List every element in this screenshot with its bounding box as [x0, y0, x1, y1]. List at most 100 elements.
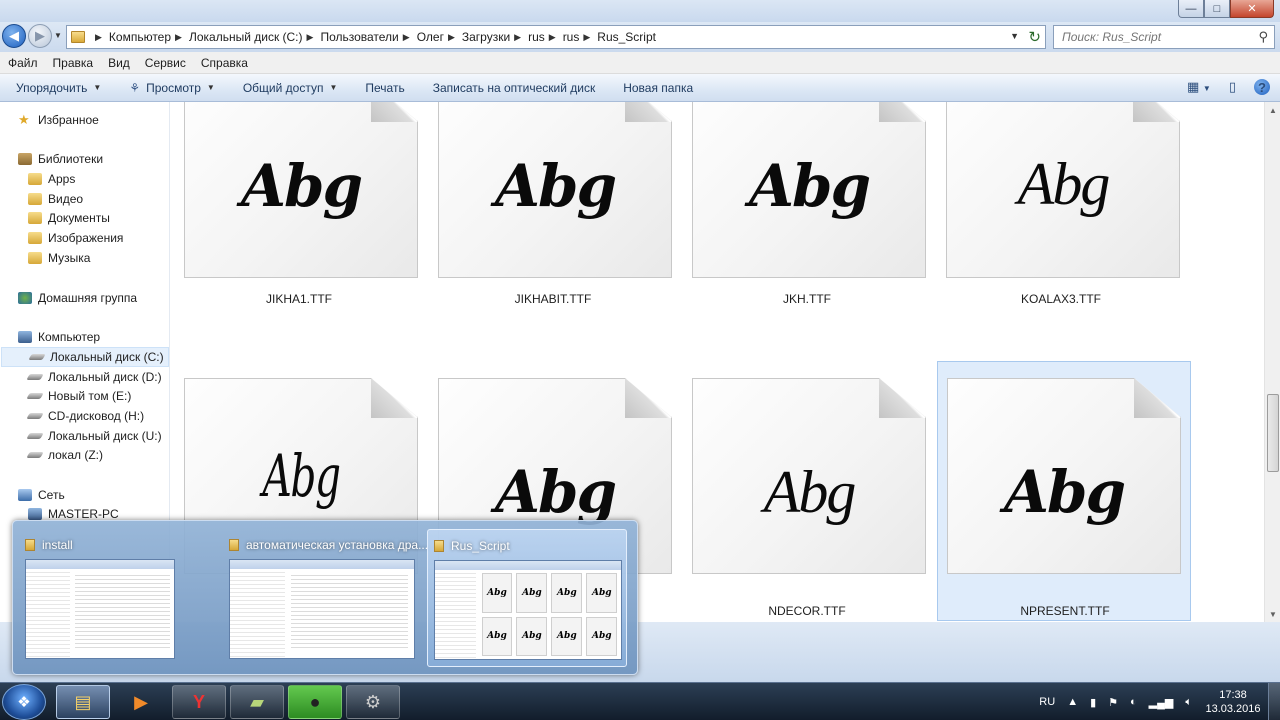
show-desktop-button[interactable]: [1268, 683, 1280, 720]
breadcrumb-item[interactable]: rus ▶: [563, 30, 598, 44]
sidebar-item-documents[interactable]: Документы: [0, 208, 110, 228]
breadcrumb-root-arrow[interactable]: ▶: [91, 32, 109, 43]
breadcrumb-item[interactable]: Загрузки ▶: [462, 30, 528, 44]
vertical-scrollbar[interactable]: ▲ ▼: [1264, 102, 1280, 622]
sidebar-item-drive-u[interactable]: Локальный диск (U:): [0, 426, 162, 446]
window-snapshot: [229, 559, 415, 659]
change-view-icon[interactable]: ▦ ▼: [1187, 79, 1211, 95]
file-tile[interactable]: Abg JKH.TTF: [680, 102, 934, 344]
scroll-up-icon[interactable]: ▲: [1265, 102, 1280, 118]
taskbar-explorer[interactable]: ▤: [56, 685, 110, 719]
share-button[interactable]: Общий доступ ▼: [243, 81, 338, 95]
folder-icon: [71, 31, 85, 43]
breadcrumb-item[interactable]: Олег ▶: [417, 30, 462, 44]
font-sample: Abg: [1017, 151, 1111, 217]
sidebar-item-libraries[interactable]: Библиотеки: [0, 149, 103, 169]
thumbnail-title: автоматическая установка дра...: [246, 538, 429, 552]
volume-icon[interactable]: 🔈︎: [1185, 696, 1192, 709]
taskbar-camtasia[interactable]: ●: [288, 685, 342, 719]
preview-pane-icon[interactable]: ▯: [1229, 79, 1236, 95]
sidebar-item-video[interactable]: Видео: [0, 189, 83, 209]
breadcrumb-item[interactable]: Rus_Script: [597, 30, 656, 44]
close-button[interactable]: ✕: [1230, 0, 1274, 18]
maximize-button[interactable]: □: [1204, 0, 1230, 18]
search-box[interactable]: ⚲: [1053, 25, 1275, 49]
breadcrumb-item[interactable]: Пользователи ▶: [320, 30, 416, 44]
sidebar-item-drive-z[interactable]: локал (Z:): [0, 445, 103, 465]
burn-disc-button[interactable]: Записать на оптический диск: [433, 81, 596, 95]
network-icon: [18, 489, 32, 501]
file-tile[interactable]: Abg JIKHABIT.TTF: [426, 102, 680, 344]
breadcrumb-item[interactable]: Компьютер ▶: [109, 30, 189, 44]
sidebar-item-pictures[interactable]: Изображения: [0, 228, 123, 248]
taskbar-network-tool[interactable]: ⚙: [346, 685, 400, 719]
start-button[interactable]: ❖: [2, 684, 46, 720]
address-dropdown-icon[interactable]: ▼: [1010, 31, 1019, 41]
file-tile[interactable]: Abg JIKHA1.TTF: [172, 102, 426, 344]
refresh-icon[interactable]: ↻: [1028, 28, 1041, 46]
menu-help[interactable]: Справка: [201, 56, 248, 70]
sidebar-item-drive-e[interactable]: Новый том (E:): [0, 386, 131, 406]
sidebar-item-drive-c[interactable]: Локальный диск (C:): [1, 347, 169, 367]
thumbnail-rus-script[interactable]: Rus_Script Abg Abg Abg Abg Abg Abg Abg Abg: [427, 529, 627, 667]
network-signal-icon[interactable]: ▂▄▆: [1149, 696, 1174, 709]
file-name: JKH.TTF: [783, 292, 831, 306]
address-bar[interactable]: ▶ Компьютер ▶ Локальный диск (C:) ▶ Пользо…: [66, 25, 1046, 49]
explorer-folders-icon: ▤: [74, 691, 92, 712]
recent-pages-dropdown[interactable]: ▼: [54, 31, 62, 40]
taskbar-thumbnail-preview: install автоматическая установка дра... …: [12, 520, 638, 675]
taskbar-notes[interactable]: ▰: [230, 685, 284, 719]
window-snapshot: [25, 559, 175, 659]
font-sample: Abg: [262, 442, 341, 510]
sidebar-item-homegroup[interactable]: Домашняя группа: [0, 288, 137, 308]
thumbnail-install[interactable]: install: [19, 529, 209, 667]
language-indicator[interactable]: RU: [1039, 696, 1055, 708]
menu-bar: Файл Правка Вид Сервис Справка: [0, 52, 1280, 74]
title-bar: — □ ✕: [0, 0, 1280, 22]
action-center-flag-icon[interactable]: ⚑: [1108, 696, 1118, 709]
file-tile[interactable]: Abg NDECOR.TTF: [680, 362, 934, 624]
menu-file[interactable]: Файл: [8, 56, 38, 70]
new-folder-button[interactable]: Новая папка: [623, 81, 693, 95]
window-snapshot: Abg Abg Abg Abg Abg Abg Abg Abg: [434, 560, 622, 660]
help-icon[interactable]: ?: [1254, 79, 1270, 95]
sidebar-item-apps[interactable]: Apps: [0, 169, 75, 189]
thumbnail-auto-install[interactable]: автоматическая установка дра...: [223, 529, 428, 667]
file-tile[interactable]: Abg KOALAX3.TTF: [934, 102, 1188, 344]
menu-view[interactable]: Вид: [108, 56, 130, 70]
search-icon[interactable]: ⚲: [1258, 29, 1268, 45]
homegroup-icon: [18, 292, 32, 304]
breadcrumb-item[interactable]: rus ▶: [528, 30, 563, 44]
breadcrumb-item[interactable]: Локальный диск (C:) ▶: [189, 30, 320, 44]
sidebar-item-music[interactable]: Музыка: [0, 248, 90, 268]
minimize-button[interactable]: —: [1178, 0, 1204, 18]
forward-button[interactable]: ▶: [28, 24, 52, 48]
page-fold: [1133, 102, 1180, 122]
update-icon[interactable]: ◐: [1130, 696, 1137, 708]
scroll-thumb[interactable]: [1267, 394, 1279, 472]
page-fold: [879, 102, 926, 122]
scroll-down-icon[interactable]: ▼: [1265, 606, 1280, 622]
search-input[interactable]: [1062, 30, 1252, 44]
sidebar-item-computer[interactable]: Компьютер: [0, 327, 100, 347]
font-sample: Abg: [494, 458, 617, 526]
clock[interactable]: 17:38 13.03.2016: [1198, 688, 1268, 716]
menu-edit[interactable]: Правка: [53, 56, 94, 70]
back-button[interactable]: ◀: [2, 24, 26, 48]
sidebar-item-network[interactable]: Сеть: [0, 485, 65, 505]
clock-time: 17:38: [1219, 689, 1247, 701]
page-fold: [625, 102, 672, 122]
sidebar-item-favorites[interactable]: ★ Избранное: [0, 110, 99, 130]
sidebar-item-drive-h[interactable]: CD-дисковод (H:): [0, 406, 144, 426]
file-tile-selected[interactable]: Abg NPRESENT.TTF: [937, 361, 1191, 621]
menu-tools[interactable]: Сервис: [145, 56, 186, 70]
sidebar-item-drive-d[interactable]: Локальный диск (D:): [0, 367, 162, 387]
device-icon[interactable]: ▮: [1090, 696, 1096, 709]
print-button[interactable]: Печать: [365, 81, 404, 95]
preview-button[interactable]: ⚘ Просмотр ▼: [129, 81, 215, 95]
show-hidden-icons-icon[interactable]: ▲: [1067, 696, 1078, 708]
taskbar-yandex-browser[interactable]: Y: [172, 685, 226, 719]
taskbar-media-player[interactable]: ▶: [114, 685, 168, 719]
notes-icon: ▰: [250, 691, 264, 712]
organize-button[interactable]: Упорядочить ▼: [16, 81, 101, 95]
